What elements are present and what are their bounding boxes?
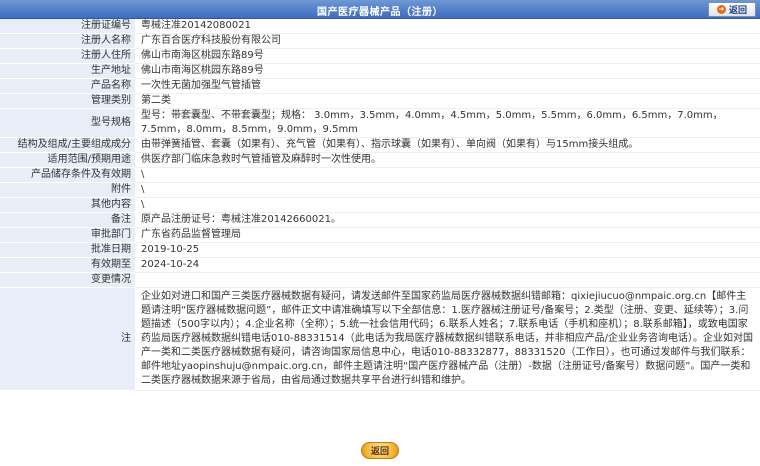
back-button-top-label: 返回 bbox=[728, 6, 747, 16]
table-row: 产品储存条件及有效期 \ bbox=[0, 167, 760, 183]
field-label: 适用范围/预期用途 bbox=[0, 152, 135, 168]
field-value: 2024-10-24 bbox=[135, 257, 760, 273]
table-row: 结构及组成/主要组成成分 由带弹簧插管、套囊（如果有）、充气管（如果有）、指示球… bbox=[0, 137, 760, 153]
field-label: 注册人住所 bbox=[0, 48, 135, 64]
field-value: 佛山市南海区桃园东路89号 bbox=[135, 48, 760, 64]
table-row: 适用范围/预期用途 供医疗部门临床急救时气管插管及麻醉时一次性使用。 bbox=[0, 152, 760, 168]
field-value: 2019-10-25 bbox=[135, 242, 760, 258]
table-row: 注册人住所 佛山市南海区桃园东路89号 bbox=[0, 48, 760, 64]
field-value: 一次性无菌加强型气管插管 bbox=[135, 78, 760, 94]
field-label: 注册证编号 bbox=[0, 19, 135, 34]
arrow-right-icon: ➜ bbox=[716, 5, 726, 14]
table-row: 其他内容 \ bbox=[0, 197, 760, 213]
note-text: 企业如对进口和国产三类医疗器械数据有疑问，请发送邮件至国家药监局医疗器械数据纠错… bbox=[135, 287, 760, 391]
field-value: \ bbox=[135, 167, 760, 183]
field-label: 注册人名称 bbox=[0, 33, 135, 49]
table-row: 备注 原产品注册证号：粤械注准20142660021。 bbox=[0, 212, 760, 228]
field-label: 产品名称 bbox=[0, 78, 135, 94]
field-value: 型号：带套囊型、不带套囊型；规格： 3.0mm，3.5mm，4.0mm，4.5m… bbox=[135, 108, 760, 138]
table-row: 型号规格 型号：带套囊型、不带套囊型；规格： 3.0mm，3.5mm，4.0mm… bbox=[0, 108, 760, 138]
field-label: 结构及组成/主要组成成分 bbox=[0, 137, 135, 153]
table-row: 附件 \ bbox=[0, 182, 760, 198]
field-label: 变更情况 bbox=[0, 272, 135, 288]
detail-table: 注册证编号 粤械注准20142080021 注册人名称 广东百合医疗科技股份有限… bbox=[0, 19, 760, 391]
field-label: 管理类别 bbox=[0, 93, 135, 109]
table-row: 注册人名称 广东百合医疗科技股份有限公司 bbox=[0, 33, 760, 49]
field-value: 第二类 bbox=[135, 93, 760, 109]
table-row: 有效期至 2024-10-24 bbox=[0, 257, 760, 273]
field-label: 产品储存条件及有效期 bbox=[0, 167, 135, 183]
note-label: 注 bbox=[0, 287, 135, 391]
table-row: 产品名称 一次性无菌加强型气管插管 bbox=[0, 78, 760, 94]
table-row: 批准日期 2019-10-25 bbox=[0, 242, 760, 258]
field-value: 广东省药品监督管理局 bbox=[135, 227, 760, 243]
field-label: 型号规格 bbox=[0, 108, 135, 138]
field-value bbox=[135, 272, 760, 288]
field-label: 批准日期 bbox=[0, 242, 135, 258]
back-button-bottom[interactable]: 返回 bbox=[361, 442, 399, 459]
field-label: 备注 bbox=[0, 212, 135, 228]
field-value: 佛山市南海区桃园东路89号 bbox=[135, 63, 760, 79]
page-header: 国产医疗器械产品（注册） ➜ 返回 bbox=[0, 0, 760, 19]
field-value: 粤械注准20142080021 bbox=[135, 19, 760, 34]
field-value: 由带弹簧插管、套囊（如果有）、充气管（如果有）、指示球囊（如果有）、单向阀（如果… bbox=[135, 137, 760, 153]
table-row: 审批部门 广东省药品监督管理局 bbox=[0, 227, 760, 243]
field-value: 原产品注册证号：粤械注准20142660021。 bbox=[135, 212, 760, 228]
field-value: 广东百合医疗科技股份有限公司 bbox=[135, 33, 760, 49]
table-row-note: 注 企业如对进口和国产三类医疗器械数据有疑问，请发送邮件至国家药监局医疗器械数据… bbox=[0, 287, 760, 391]
back-button-top[interactable]: ➜ 返回 bbox=[708, 2, 756, 17]
field-label: 有效期至 bbox=[0, 257, 135, 273]
field-label: 其他内容 bbox=[0, 197, 135, 213]
page-title: 国产医疗器械产品（注册） bbox=[317, 7, 443, 18]
table-row: 管理类别 第二类 bbox=[0, 93, 760, 109]
field-label: 附件 bbox=[0, 182, 135, 198]
field-label: 生产地址 bbox=[0, 63, 135, 79]
table-row: 生产地址 佛山市南海区桃园东路89号 bbox=[0, 63, 760, 79]
field-value: \ bbox=[135, 197, 760, 213]
table-row: 注册证编号 粤械注准20142080021 bbox=[0, 19, 760, 34]
field-value: 供医疗部门临床急救时气管插管及麻醉时一次性使用。 bbox=[135, 152, 760, 168]
field-label: 审批部门 bbox=[0, 227, 135, 243]
field-value: \ bbox=[135, 182, 760, 198]
table-row: 变更情况 bbox=[0, 272, 760, 288]
